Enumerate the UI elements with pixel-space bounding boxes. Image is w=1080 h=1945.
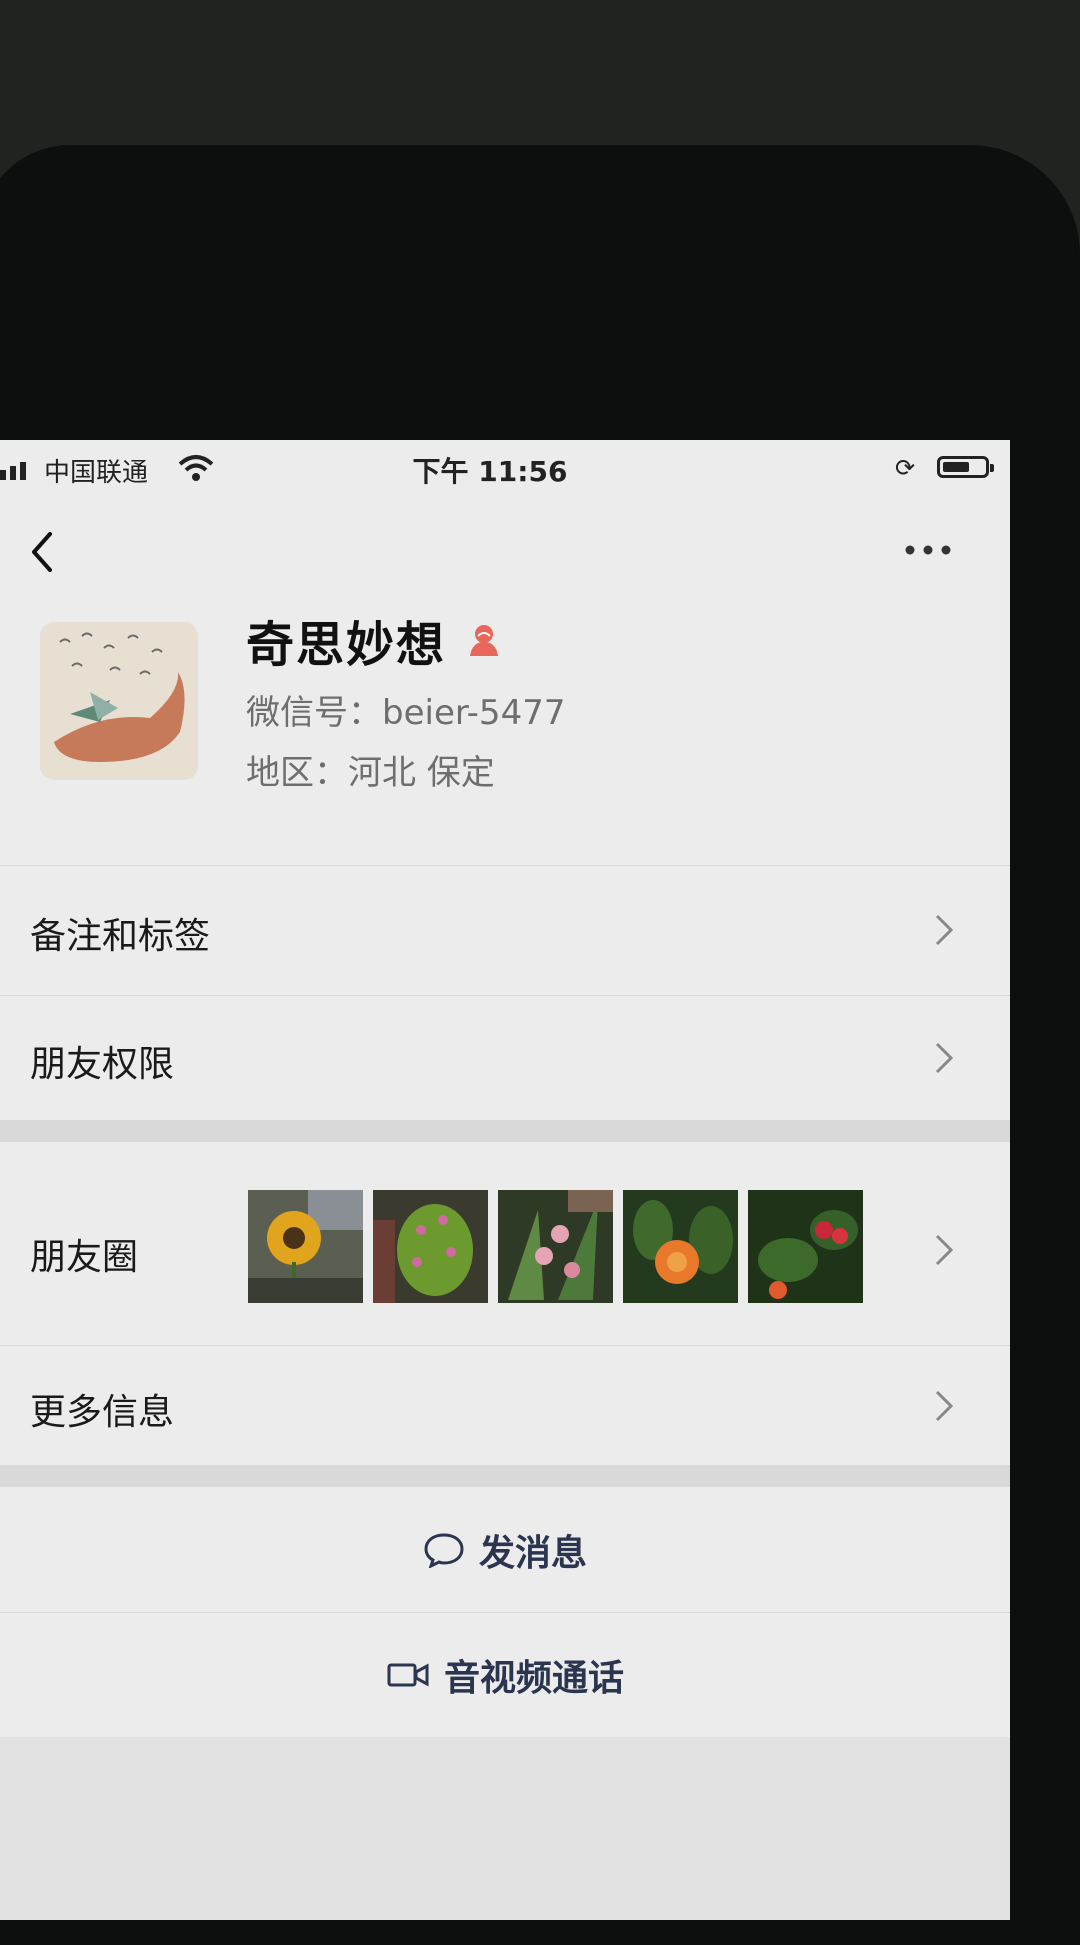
back-button[interactable] [22,522,66,582]
moment-photo-red-flowers [748,1190,863,1303]
moments-label: 朋友圈 [30,1237,139,1278]
moment-photo-sunflower [248,1190,363,1303]
chat-bubble-icon [424,1532,464,1568]
remarks-tags-row[interactable]: 备注和标签 [0,865,1010,995]
chevron-right-icon [935,914,954,946]
wechat-id: 微信号：beier-5477 [246,693,566,733]
status-time: 下午 11:56 [412,455,568,488]
section-gap [0,1120,1010,1142]
moment-photo-pink-flowers [498,1190,613,1303]
friend-permissions-row[interactable]: 朋友权限 [0,995,1010,1120]
send-message-label: 发消息 [478,1532,587,1574]
moment-photo-orange-flower [623,1190,738,1303]
rotation-lock-icon: ⟳ [895,454,916,482]
region: 地区：河北 保定 [246,753,495,793]
avatar[interactable] [40,622,198,780]
video-call-label: 音视频通话 [443,1657,624,1699]
contact-name: 奇思妙想 [246,617,447,673]
name-row: 奇思妙想 [246,605,504,675]
status-bar: 中国联通 下午 11:56 ⟳ [0,440,1010,500]
more-options-button[interactable] [900,535,960,565]
section-gap [0,1465,1010,1487]
moments-thumbnails [248,1190,863,1303]
contact-profile-screen: 中国联通 下午 11:56 ⟳ 奇思妙想 微信号：beier-5477 地区：河… [0,440,1010,1920]
bottom-background [0,1737,1010,1920]
friend-permissions-label: 朋友权限 [30,1044,175,1085]
more-info-label: 更多信息 [30,1392,175,1433]
more-info-row[interactable]: 更多信息 [0,1345,1010,1465]
remarks-tags-label: 备注和标签 [30,916,211,957]
chevron-right-icon [935,1042,954,1074]
video-camera-icon [387,1662,429,1687]
battery-icon [937,456,994,478]
female-icon [470,625,499,656]
moments-row[interactable]: 朋友圈 [0,1190,1010,1330]
moment-photo-greenery [373,1190,488,1303]
chevron-right-icon [935,1390,954,1422]
video-call-button[interactable]: 音视频通话 [0,1612,1010,1737]
chevron-right-icon [935,1234,954,1266]
send-message-button[interactable]: 发消息 [0,1487,1010,1612]
